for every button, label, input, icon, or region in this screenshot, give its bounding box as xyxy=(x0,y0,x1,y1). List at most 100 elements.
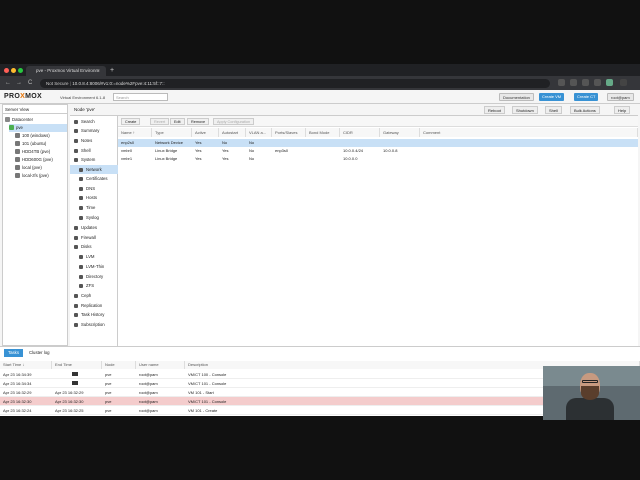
browser-menu-icon[interactable] xyxy=(620,79,627,86)
menu-item-lvm-thin[interactable]: LVM-Thin xyxy=(70,262,118,271)
page-title: Node 'pve' xyxy=(74,107,95,112)
create-button[interactable]: Create xyxy=(121,118,141,125)
menu-item-zfs[interactable]: ZFS xyxy=(70,281,118,290)
bulk-actions-button[interactable]: Bulk Actions xyxy=(570,106,600,114)
resource-tree: Server View Datacenter pve 100 (windows)… xyxy=(2,104,68,346)
column-header-name[interactable]: Name ↑ xyxy=(118,128,152,137)
reboot-button[interactable]: Reboot xyxy=(484,106,505,114)
revert-button[interactable]: Revert xyxy=(150,118,170,125)
ceph-icon xyxy=(74,293,78,298)
create-vm-button[interactable]: Create VM xyxy=(539,93,565,101)
menu-item-firewall[interactable]: Firewall xyxy=(70,233,118,242)
extension-icon[interactable] xyxy=(570,79,577,86)
column-header-ports[interactable]: Ports/Slaves xyxy=(272,128,306,137)
tree-node-datacenter[interactable]: Datacenter xyxy=(5,116,69,124)
menu-item-ceph[interactable]: Ceph xyxy=(70,291,118,300)
tree-node-vm[interactable]: 100 (windows) xyxy=(15,132,67,140)
column-header-autostart[interactable]: Autostart xyxy=(219,128,246,137)
menu-item-certificates[interactable]: Certificates xyxy=(70,174,118,183)
tab-tasks[interactable]: Tasks xyxy=(4,349,23,357)
create-ct-button[interactable]: Create CT xyxy=(574,93,599,101)
network-icon xyxy=(79,167,83,172)
minimize-window-icon[interactable] xyxy=(11,68,16,73)
menu-item-shell[interactable]: Shell xyxy=(70,146,118,155)
menu-item-hosts[interactable]: Hosts xyxy=(70,193,118,202)
forward-button[interactable]: → xyxy=(16,78,22,88)
menu-item-directory[interactable]: Directory xyxy=(70,272,118,281)
tree-node-vm[interactable]: 101 (ubuntu) xyxy=(15,140,67,148)
monitor-icon xyxy=(72,372,78,376)
monitor-icon xyxy=(72,381,78,385)
new-tab-button[interactable]: + xyxy=(110,66,114,76)
menu-item-time[interactable]: Time xyxy=(70,203,118,212)
not-secure-label: Not Secure xyxy=(46,81,69,86)
menu-item-system[interactable]: System xyxy=(70,155,118,164)
extension-icon[interactable] xyxy=(558,79,565,86)
shell-button[interactable]: Shell xyxy=(545,106,562,114)
documentation-button[interactable]: Documentation xyxy=(499,93,534,101)
browser-tab[interactable]: pve - Proxmox Virtual Environm × xyxy=(26,66,106,76)
tree-node-storage[interactable]: local-zfs (pve) xyxy=(15,172,67,180)
menu-item-network[interactable]: Network xyxy=(70,165,118,174)
table-row[interactable]: vmbr0 Linux Bridge Yes Yes No enp3s0 10.… xyxy=(118,147,638,155)
webcam-person-body xyxy=(566,398,614,420)
tree-node-pve[interactable]: pve xyxy=(9,124,67,132)
shutdown-button[interactable]: Shutdown xyxy=(512,106,538,114)
view-selector[interactable]: Server View xyxy=(3,105,67,114)
menu-item-summary[interactable]: Summary xyxy=(70,126,118,135)
address-bar[interactable]: Not Secure | 10.0.8.4:8006/#v1:0:=node%2… xyxy=(40,79,550,88)
node-icon xyxy=(9,125,14,131)
column-header-type[interactable]: Type xyxy=(152,128,192,137)
column-header-end-time[interactable]: End Time xyxy=(52,361,102,369)
apply-configuration-button[interactable]: Apply Configuration xyxy=(213,118,255,125)
column-header-start-time[interactable]: Start Time ↓ xyxy=(0,361,52,369)
tree-node-storage[interactable]: HDD4TB (pve) xyxy=(15,148,67,156)
back-button[interactable]: ← xyxy=(5,78,11,88)
menu-item-notes[interactable]: Notes xyxy=(70,136,118,145)
column-header-bond-mode[interactable]: Bond Mode xyxy=(306,128,340,137)
summary-icon xyxy=(74,128,78,133)
tab-cluster-log[interactable]: Cluster log xyxy=(25,349,54,357)
tree-node-storage[interactable]: local (pve) xyxy=(15,164,67,172)
table-row[interactable]: enp2s0 Network Device Yes No No xyxy=(118,139,638,147)
menu-item-replication[interactable]: Replication xyxy=(70,301,118,310)
column-header-comment[interactable]: Comment xyxy=(420,128,638,137)
column-header-vlan[interactable]: VLAN a... xyxy=(246,128,272,137)
certificate-icon xyxy=(79,176,83,181)
menu-item-task-history[interactable]: Task History xyxy=(70,310,118,319)
tree-node-storage[interactable]: HDD600G (pve) xyxy=(15,156,67,164)
menu-item-lvm[interactable]: LVM xyxy=(70,252,118,261)
folder-icon xyxy=(79,274,83,279)
extension-icon[interactable] xyxy=(594,79,601,86)
monitor-icon xyxy=(15,141,20,147)
column-header-active[interactable]: Active xyxy=(192,128,219,137)
remove-button[interactable]: Remove xyxy=(187,118,210,125)
storage-icon xyxy=(79,254,83,259)
maximize-window-icon[interactable] xyxy=(18,68,23,73)
close-window-icon[interactable] xyxy=(4,68,9,73)
user-menu-button[interactable]: root@pam xyxy=(607,93,634,101)
menu-item-dns[interactable]: DNS xyxy=(70,184,118,193)
tab-close-icon[interactable]: × xyxy=(97,66,100,76)
datacenter-icon xyxy=(5,117,10,123)
clock-icon xyxy=(79,205,83,210)
help-button[interactable]: Help xyxy=(614,106,631,114)
column-header-cidr[interactable]: CIDR xyxy=(340,128,380,137)
storage-icon xyxy=(15,149,20,155)
menu-item-updates[interactable]: Updates xyxy=(70,223,118,232)
menu-item-disks[interactable]: Disks xyxy=(70,242,118,251)
menu-item-search[interactable]: Search xyxy=(70,117,118,126)
profile-avatar[interactable] xyxy=(606,79,613,86)
column-header-gateway[interactable]: Gateway xyxy=(380,128,420,137)
reload-button[interactable]: C xyxy=(28,78,32,88)
menu-item-subscription[interactable]: Subscription xyxy=(70,320,118,329)
refresh-icon xyxy=(74,225,78,230)
menu-item-syslog[interactable]: Syslog xyxy=(70,213,118,222)
edit-button[interactable]: Edit xyxy=(170,118,185,125)
notes-icon xyxy=(74,138,78,143)
search-input[interactable]: Search xyxy=(113,93,168,101)
column-header-node[interactable]: Node xyxy=(102,361,136,369)
table-row[interactable]: vmbr1 Linux Bridge Yes Yes No 10.0.0.0 xyxy=(118,155,638,163)
extension-icon[interactable] xyxy=(582,79,589,86)
column-header-user[interactable]: User name xyxy=(136,361,185,369)
